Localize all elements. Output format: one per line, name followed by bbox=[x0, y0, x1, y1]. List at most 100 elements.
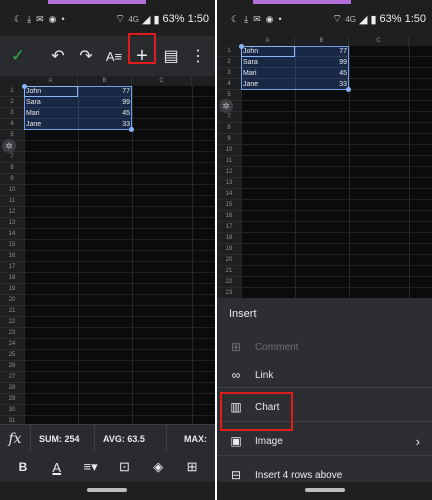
fill-color-icon[interactable]: ◈ bbox=[147, 459, 169, 475]
row-header[interactable]: 11 bbox=[0, 196, 24, 207]
spreadsheet-grid[interactable]: ABC1234567891011121314151617181920212223… bbox=[0, 76, 215, 424]
borders-icon[interactable]: ⊞ bbox=[181, 459, 203, 475]
row-header[interactable]: 26 bbox=[0, 361, 24, 372]
spreadsheet-grid[interactable]: ABC1234567891011121314151617181920212223… bbox=[217, 36, 432, 298]
row-header[interactable]: 17 bbox=[217, 222, 241, 233]
cell-name[interactable]: Sara bbox=[24, 97, 78, 108]
cell-name[interactable]: Jane bbox=[241, 79, 295, 90]
undo-icon[interactable]: ↶ bbox=[46, 44, 70, 68]
column-header-b[interactable]: B bbox=[295, 36, 349, 46]
cell-value[interactable]: 45 bbox=[295, 68, 349, 79]
row-header[interactable]: 23 bbox=[217, 288, 241, 298]
cell-value[interactable]: 77 bbox=[78, 86, 132, 97]
grid-line bbox=[24, 404, 215, 405]
cell-value[interactable]: 99 bbox=[295, 57, 349, 68]
row-header[interactable]: 3 bbox=[217, 68, 241, 79]
row-header[interactable]: 20 bbox=[217, 255, 241, 266]
cell-name[interactable]: Sara bbox=[241, 57, 295, 68]
row-header[interactable]: 2 bbox=[0, 97, 24, 108]
row-header[interactable]: 1 bbox=[0, 86, 24, 97]
row-header[interactable]: 19 bbox=[217, 244, 241, 255]
row-header[interactable]: 16 bbox=[0, 251, 24, 262]
home-indicator[interactable] bbox=[87, 488, 127, 492]
row-header[interactable]: 24 bbox=[0, 339, 24, 350]
cell-value[interactable]: 33 bbox=[78, 119, 132, 130]
more-icon[interactable]: ⋮ bbox=[186, 44, 210, 68]
row-header[interactable]: 16 bbox=[217, 211, 241, 222]
bold-icon[interactable]: B bbox=[12, 460, 34, 474]
row-header[interactable]: 18 bbox=[0, 273, 24, 284]
column-header-c[interactable]: C bbox=[349, 36, 409, 46]
selection-handle[interactable] bbox=[129, 127, 134, 132]
row-header[interactable]: 29 bbox=[0, 394, 24, 405]
explore-icon[interactable]: ✲ bbox=[2, 139, 16, 153]
row-header[interactable]: 12 bbox=[0, 207, 24, 218]
insert-link-item[interactable]: ∞ Link bbox=[217, 360, 432, 390]
row-header[interactable]: 2 bbox=[217, 57, 241, 68]
row-header[interactable]: 19 bbox=[0, 284, 24, 295]
home-indicator[interactable] bbox=[305, 488, 345, 492]
column-header-a[interactable]: A bbox=[241, 36, 295, 46]
row-header[interactable]: 15 bbox=[0, 240, 24, 251]
row-header[interactable]: 22 bbox=[217, 277, 241, 288]
cell-value[interactable]: 45 bbox=[78, 108, 132, 119]
row-header[interactable]: 18 bbox=[217, 233, 241, 244]
row-header[interactable]: 8 bbox=[217, 123, 241, 134]
row-header[interactable]: 8 bbox=[0, 163, 24, 174]
row-header[interactable]: 21 bbox=[217, 266, 241, 277]
row-header[interactable]: 15 bbox=[217, 200, 241, 211]
cell-name[interactable]: Jane bbox=[24, 119, 78, 130]
text-format-icon[interactable]: A≡ bbox=[102, 44, 126, 68]
row-header[interactable]: 7 bbox=[217, 112, 241, 123]
check-icon[interactable]: ✓ bbox=[6, 44, 30, 68]
max-stat[interactable]: MAX: 99 bbox=[166, 424, 215, 472]
text-color-icon[interactable]: A bbox=[46, 460, 68, 475]
row-header[interactable]: 4 bbox=[217, 79, 241, 90]
row-header[interactable]: 12 bbox=[217, 167, 241, 178]
row-header[interactable]: 20 bbox=[0, 295, 24, 306]
merge-icon[interactable]: ⊡ bbox=[113, 459, 135, 475]
row-header[interactable]: 27 bbox=[0, 372, 24, 383]
row-header[interactable]: 31 bbox=[0, 416, 24, 424]
cell-name[interactable]: John bbox=[241, 46, 295, 57]
row-header[interactable]: 30 bbox=[0, 405, 24, 416]
row-header[interactable]: 9 bbox=[0, 174, 24, 185]
row-header[interactable]: 3 bbox=[0, 108, 24, 119]
row-header[interactable]: 11 bbox=[217, 156, 241, 167]
cell-value[interactable]: 77 bbox=[295, 46, 349, 57]
comment-icon[interactable]: ▤ bbox=[159, 44, 183, 68]
row-header[interactable]: 9 bbox=[217, 134, 241, 145]
column-header-c[interactable]: C bbox=[132, 76, 192, 86]
selection-handle[interactable] bbox=[239, 44, 244, 49]
row-header[interactable]: 7 bbox=[0, 152, 24, 163]
avg-stat[interactable]: AVG: 63.5 bbox=[94, 424, 166, 453]
row-header[interactable]: 21 bbox=[0, 306, 24, 317]
function-icon[interactable]: fx bbox=[0, 431, 30, 447]
cell-value[interactable]: 33 bbox=[295, 79, 349, 90]
column-header-b[interactable]: B bbox=[78, 76, 132, 86]
row-header[interactable]: 14 bbox=[0, 229, 24, 240]
selection-handle[interactable] bbox=[22, 84, 27, 89]
row-header[interactable]: 28 bbox=[0, 383, 24, 394]
explore-icon[interactable]: ✲ bbox=[219, 99, 233, 113]
row-header[interactable]: 23 bbox=[0, 328, 24, 339]
cell-name[interactable]: Mari bbox=[241, 68, 295, 79]
row-header[interactable]: 10 bbox=[217, 145, 241, 156]
row-header[interactable]: 14 bbox=[217, 189, 241, 200]
row-header[interactable]: 13 bbox=[217, 178, 241, 189]
redo-icon[interactable]: ↷ bbox=[74, 44, 98, 68]
row-header[interactable]: 17 bbox=[0, 262, 24, 273]
selection-handle[interactable] bbox=[346, 87, 351, 92]
cell-name[interactable]: John bbox=[24, 86, 78, 97]
sum-stat[interactable]: SUM: 254 bbox=[30, 424, 94, 453]
row-header[interactable]: 10 bbox=[0, 185, 24, 196]
cell-value[interactable]: 99 bbox=[78, 97, 132, 108]
row-header[interactable]: 1 bbox=[217, 46, 241, 57]
row-header[interactable]: 22 bbox=[0, 317, 24, 328]
row-header[interactable]: 4 bbox=[0, 119, 24, 130]
align-icon[interactable]: ≡▾ bbox=[80, 459, 102, 475]
cell-name[interactable]: Mari bbox=[24, 108, 78, 119]
column-header-a[interactable]: A bbox=[24, 76, 78, 86]
row-header[interactable]: 25 bbox=[0, 350, 24, 361]
row-header[interactable]: 13 bbox=[0, 218, 24, 229]
